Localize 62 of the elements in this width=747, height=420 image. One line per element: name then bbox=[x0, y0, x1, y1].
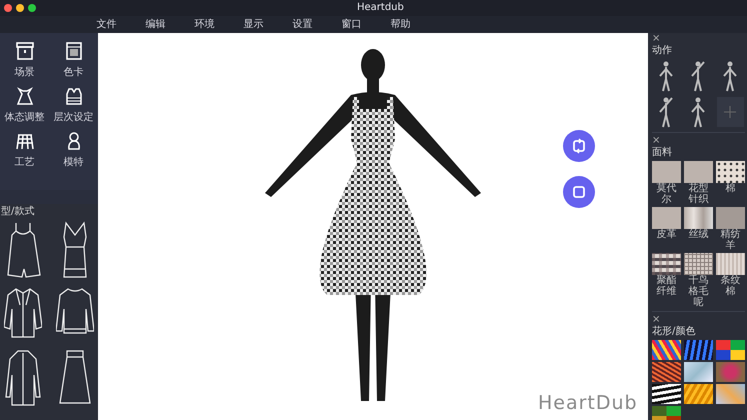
minimize-window-button[interactable] bbox=[16, 4, 24, 12]
pattern-swatch[interactable] bbox=[684, 340, 713, 360]
pattern-swatch[interactable] bbox=[652, 384, 681, 404]
close-panel-button[interactable]: × bbox=[652, 33, 745, 44]
square-icon[interactable] bbox=[571, 184, 587, 200]
menu-item[interactable]: 环境 bbox=[180, 16, 229, 33]
menu-item[interactable]: 文件 bbox=[82, 16, 131, 33]
fabric-swatch[interactable] bbox=[684, 161, 713, 183]
fabric-swatch[interactable] bbox=[652, 161, 681, 183]
fabric-label: 莫代尔 bbox=[656, 183, 678, 205]
menu-item[interactable]: 编辑 bbox=[131, 16, 180, 33]
fabric-swatch[interactable] bbox=[652, 253, 681, 275]
coat-drawing[interactable] bbox=[4, 349, 42, 407]
fabric-label: 皮革 bbox=[656, 229, 676, 240]
panel-title: 动作 bbox=[652, 44, 673, 57]
fabric-swatch[interactable] bbox=[684, 207, 713, 229]
tool-label[interactable]: 模特 bbox=[64, 155, 84, 170]
pattern-swatch[interactable] bbox=[716, 362, 745, 382]
brand-logo: HeartDub bbox=[538, 390, 638, 416]
fabric-label: 聚酯纤维 bbox=[656, 275, 678, 297]
rotate-button[interactable] bbox=[563, 130, 595, 162]
tool-label[interactable]: 体态调整 bbox=[4, 110, 44, 125]
fabric-swatch[interactable] bbox=[716, 207, 745, 229]
close-panel-button[interactable]: × bbox=[652, 135, 745, 146]
fabric-label: 棉 bbox=[726, 183, 736, 194]
fabric-swatch[interactable] bbox=[716, 161, 745, 183]
swatch-card-icon[interactable] bbox=[64, 41, 84, 61]
dress-icon[interactable] bbox=[14, 86, 34, 106]
window-title: Heartdub bbox=[357, 1, 404, 15]
pattern-swatch[interactable] bbox=[652, 406, 681, 420]
panel-title: 面料 bbox=[652, 146, 673, 159]
maximize-window-button[interactable] bbox=[28, 4, 36, 12]
pattern-swatch[interactable] bbox=[652, 362, 681, 382]
panel-title: 花形/颜色 bbox=[652, 325, 696, 338]
fabric-label: 精纺羊 bbox=[720, 229, 742, 251]
fabric-label: 花型针织 bbox=[688, 183, 710, 205]
fabric-label: 丝绒 bbox=[688, 229, 708, 240]
tool-label[interactable]: 层次设定 bbox=[54, 110, 94, 125]
menu-item[interactable]: 设置 bbox=[278, 16, 327, 33]
pattern-swatch[interactable] bbox=[652, 340, 681, 360]
pattern-swatch[interactable] bbox=[684, 384, 713, 404]
menu-item[interactable]: 显示 bbox=[229, 16, 278, 33]
fabric-label: 条纹棉 bbox=[720, 275, 742, 297]
fabric-swatch[interactable] bbox=[716, 253, 745, 275]
close-window-button[interactable] bbox=[4, 4, 12, 12]
fabric-swatch[interactable] bbox=[684, 253, 713, 275]
tool-label[interactable]: 工艺 bbox=[14, 155, 34, 170]
fabric-swatch[interactable] bbox=[652, 207, 681, 229]
pattern-swatch[interactable] bbox=[716, 384, 745, 404]
fabric-label: 千鸟格毛呢 bbox=[688, 275, 710, 308]
vest-icon[interactable] bbox=[64, 86, 84, 106]
close-panel-button[interactable]: × bbox=[652, 314, 745, 325]
menu-item[interactable]: 窗口 bbox=[327, 16, 376, 33]
pattern-swatch[interactable] bbox=[716, 340, 745, 360]
panel-title: 型/款式 bbox=[0, 204, 36, 219]
menu-item[interactable]: 帮助 bbox=[376, 16, 425, 33]
box-icon[interactable] bbox=[14, 41, 34, 61]
rotate-icon[interactable] bbox=[571, 138, 587, 154]
stop-button[interactable] bbox=[563, 176, 595, 208]
tool-label[interactable]: 场景 bbox=[14, 65, 34, 80]
pattern-swatch[interactable] bbox=[684, 362, 713, 382]
tool-label[interactable]: 色卡 bbox=[64, 65, 84, 80]
